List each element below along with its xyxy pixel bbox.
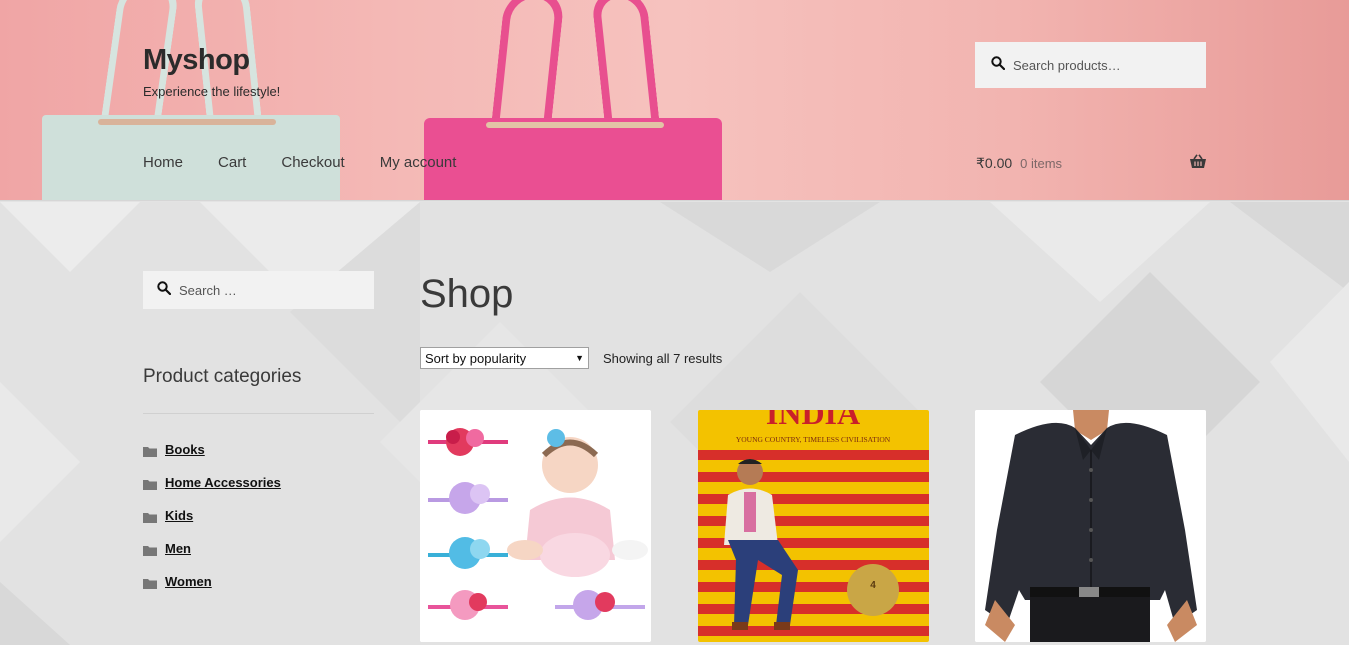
sidebar-search-box bbox=[143, 271, 374, 309]
sort-select-value: Sort by popularity bbox=[425, 350, 527, 366]
category-link-books[interactable]: Books bbox=[165, 442, 205, 457]
sort-select[interactable]: Sort by popularity ▼ bbox=[420, 347, 589, 369]
nav-item-cart[interactable]: Cart bbox=[218, 154, 246, 171]
header-cart[interactable]: ₹0.00 0 items bbox=[976, 154, 1207, 172]
cart-count[interactable]: 0 items bbox=[1020, 156, 1062, 171]
product-card-headbands[interactable] bbox=[420, 410, 651, 642]
header-search-input[interactable] bbox=[1013, 57, 1193, 73]
bag-image-handle bbox=[490, 0, 566, 130]
category-link-men[interactable]: Men bbox=[165, 541, 191, 556]
book-cover-subtitle: YOUNG COUNTRY, TIMELESS CIVILISATION bbox=[736, 435, 891, 444]
nav-item-my-account[interactable]: My account bbox=[380, 154, 457, 171]
folder-icon bbox=[143, 510, 157, 523]
nav-item-checkout[interactable]: Checkout bbox=[281, 154, 344, 171]
folder-icon bbox=[143, 444, 157, 457]
product-card-dark-shirt[interactable] bbox=[975, 410, 1206, 642]
divider bbox=[143, 413, 374, 414]
folder-icon bbox=[143, 576, 157, 589]
product-categories-list: Books Home Accessories Kids Men Women bbox=[143, 433, 281, 598]
primary-nav: Home Cart Checkout My account bbox=[143, 154, 491, 171]
basket-icon[interactable] bbox=[1189, 154, 1207, 172]
folder-icon bbox=[143, 543, 157, 556]
result-count: Showing all 7 results bbox=[603, 351, 723, 366]
page-title: Shop bbox=[420, 272, 514, 316]
site-title[interactable]: Myshop bbox=[143, 44, 250, 77]
site-header: Myshop Experience the lifestyle! Home Ca… bbox=[0, 0, 1349, 201]
category-link-kids[interactable]: Kids bbox=[165, 508, 193, 523]
category-item-men: Men bbox=[143, 532, 281, 565]
folder-icon bbox=[143, 477, 157, 490]
bag-image-handle bbox=[590, 0, 661, 130]
product-image-india-book[interactable]: INDIA YOUNG COUNTRY, TIMELESS CIVILISATI… bbox=[698, 410, 929, 642]
site-tagline: Experience the lifestyle! bbox=[143, 84, 281, 99]
category-item-home-accessories: Home Accessories bbox=[143, 466, 281, 499]
cart-total[interactable]: ₹0.00 bbox=[976, 155, 1012, 172]
book-cover-title: INDIA bbox=[766, 410, 860, 431]
product-image-headbands[interactable] bbox=[420, 410, 651, 642]
category-link-women[interactable]: Women bbox=[165, 574, 212, 589]
search-icon bbox=[991, 55, 1006, 75]
product-image-dark-shirt[interactable] bbox=[975, 410, 1206, 642]
category-item-kids: Kids bbox=[143, 499, 281, 532]
dropdown-arrow-icon: ▼ bbox=[575, 353, 584, 363]
bag-image-bar bbox=[98, 119, 276, 125]
product-categories-heading: Product categories bbox=[143, 366, 302, 387]
product-card-india-book[interactable]: INDIA YOUNG COUNTRY, TIMELESS CIVILISATI… bbox=[698, 410, 929, 642]
header-search-box bbox=[975, 42, 1206, 88]
svg-text:4: 4 bbox=[870, 580, 876, 591]
category-item-women: Women bbox=[143, 565, 281, 598]
nav-item-home[interactable]: Home bbox=[143, 154, 183, 171]
search-icon bbox=[157, 280, 172, 300]
category-item-books: Books bbox=[143, 433, 281, 466]
category-link-home-accessories[interactable]: Home Accessories bbox=[165, 475, 281, 490]
bag-image-bar bbox=[486, 122, 664, 128]
sidebar-search-input[interactable] bbox=[179, 282, 359, 298]
